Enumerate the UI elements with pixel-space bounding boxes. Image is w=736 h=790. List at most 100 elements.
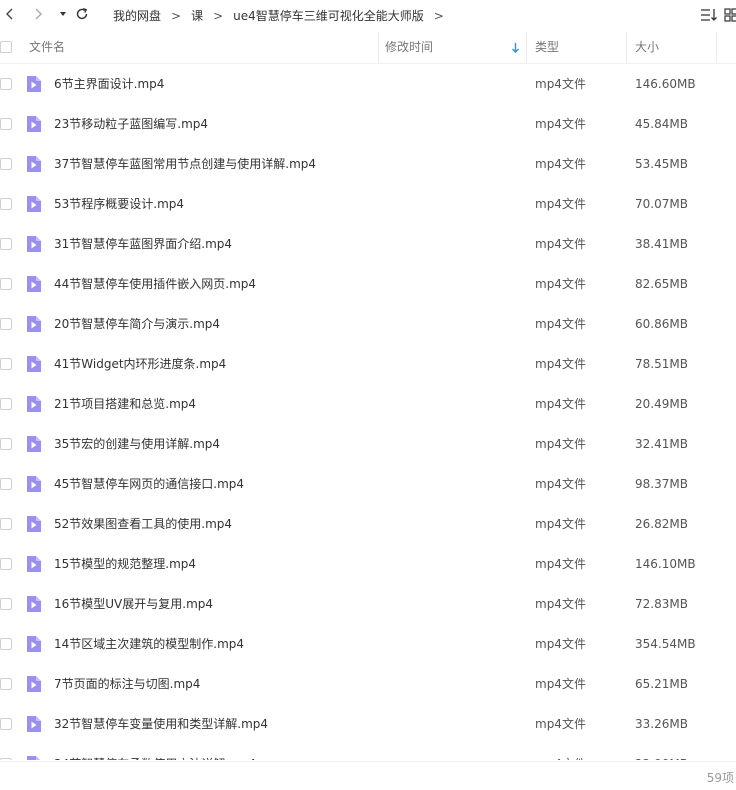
file-row[interactable]: 44节智慧停车使用插件嵌入网页.mp4 mp4文件 82.65MB xyxy=(0,264,736,304)
row-checkbox[interactable] xyxy=(0,118,12,130)
file-name[interactable]: 6节主界面设计.mp4 xyxy=(54,64,164,104)
video-file-icon xyxy=(27,356,41,372)
chevron-right-icon xyxy=(35,8,42,20)
video-file-icon xyxy=(27,676,41,692)
row-checkbox[interactable] xyxy=(0,78,12,90)
file-type: mp4文件 xyxy=(535,717,586,731)
history-dropdown-button[interactable] xyxy=(53,4,73,24)
file-row[interactable]: 7节页面的标注与切图.mp4 mp4文件 65.21MB xyxy=(0,664,736,704)
file-row[interactable]: 21节项目搭建和总览.mp4 mp4文件 20.49MB xyxy=(0,384,736,424)
file-name[interactable]: 15节模型的规范整理.mp4 xyxy=(54,544,196,584)
video-file-icon xyxy=(27,276,41,292)
file-type: mp4文件 xyxy=(535,397,586,411)
row-checkbox[interactable] xyxy=(0,558,12,570)
file-size: 33.26MB xyxy=(635,717,688,731)
caret-down-icon xyxy=(60,12,66,16)
column-header-modified[interactable]: 修改时间 xyxy=(385,32,433,63)
back-button[interactable] xyxy=(0,4,20,24)
file-list: 6节主界面设计.mp4 mp4文件 146.60MB 23节移动粒子蓝图编写.mp4 m… xyxy=(0,64,736,760)
breadcrumb-separator-icon: > xyxy=(171,8,182,23)
file-size: 65.21MB xyxy=(635,677,688,691)
view-mode-button[interactable] xyxy=(722,6,736,24)
row-checkbox[interactable] xyxy=(0,158,12,170)
column-divider[interactable] xyxy=(526,32,527,63)
file-row[interactable]: 20节智慧停车简介与演示.mp4 mp4文件 60.86MB xyxy=(0,304,736,344)
file-type: mp4文件 xyxy=(535,237,586,251)
video-file-icon xyxy=(27,156,41,172)
file-row[interactable]: 14节区域主次建筑的模型制作.mp4 mp4文件 354.54MB xyxy=(0,624,736,664)
file-size: 26.82MB xyxy=(635,517,688,531)
file-row[interactable]: 16节模型UV展开与复用.mp4 mp4文件 72.83MB xyxy=(0,584,736,624)
row-checkbox[interactable] xyxy=(0,318,12,330)
select-all-checkbox[interactable] xyxy=(0,41,12,53)
file-name[interactable]: 41节Widget内环形进度条.mp4 xyxy=(54,344,226,384)
file-type: mp4文件 xyxy=(535,77,586,91)
file-row[interactable]: 23节移动粒子蓝图编写.mp4 mp4文件 45.84MB xyxy=(0,104,736,144)
file-row[interactable]: 52节效果图查看工具的使用.mp4 mp4文件 26.82MB xyxy=(0,504,736,544)
file-name[interactable]: 35节宏的创建与使用详解.mp4 xyxy=(54,424,220,464)
file-row[interactable]: 31节智慧停车蓝图界面介绍.mp4 mp4文件 38.41MB xyxy=(0,224,736,264)
breadcrumb-item-course[interactable]: 课 xyxy=(191,7,203,24)
file-name[interactable]: 23节移动粒子蓝图编写.mp4 xyxy=(54,104,208,144)
file-type: mp4文件 xyxy=(535,357,586,371)
file-name[interactable]: 52节效果图查看工具的使用.mp4 xyxy=(54,504,232,544)
column-header-name[interactable]: 文件名 xyxy=(29,32,65,63)
file-type: mp4文件 xyxy=(535,557,586,571)
row-checkbox[interactable] xyxy=(0,678,12,690)
file-row[interactable]: 37节智慧停车蓝图常用节点创建与使用详解.mp4 mp4文件 53.45MB xyxy=(0,144,736,184)
file-name[interactable]: 31节智慧停车蓝图界面介绍.mp4 xyxy=(54,224,232,264)
file-type: mp4文件 xyxy=(535,277,586,291)
file-row[interactable]: 45节智慧停车网页的通信接口.mp4 mp4文件 98.37MB xyxy=(0,464,736,504)
sort-descending-arrow-icon[interactable] xyxy=(511,42,520,54)
row-checkbox[interactable] xyxy=(0,598,12,610)
file-row[interactable]: 32节智慧停车变量使用和类型详解.mp4 mp4文件 33.26MB xyxy=(0,704,736,744)
breadcrumb-separator-icon: > xyxy=(213,8,224,23)
breadcrumb-item-root[interactable]: 我的网盘 xyxy=(113,7,161,24)
row-checkbox[interactable] xyxy=(0,718,12,730)
file-row[interactable]: 41节Widget内环形进度条.mp4 mp4文件 78.51MB xyxy=(0,344,736,384)
sort-options-button[interactable] xyxy=(700,6,718,24)
file-size: 60.86MB xyxy=(635,317,688,331)
breadcrumb-item-current-folder[interactable]: ue4智慧停车三维可视化全能大师版 xyxy=(233,7,424,24)
file-name[interactable]: 20节智慧停车简介与演示.mp4 xyxy=(54,304,220,344)
column-divider[interactable] xyxy=(716,32,717,63)
file-row[interactable]: 6节主界面设计.mp4 mp4文件 146.60MB xyxy=(0,64,736,104)
file-size: 78.51MB xyxy=(635,357,688,371)
file-row[interactable]: 35节宏的创建与使用详解.mp4 mp4文件 32.41MB xyxy=(0,424,736,464)
file-name[interactable]: 7节页面的标注与切图.mp4 xyxy=(54,664,200,704)
row-checkbox[interactable] xyxy=(0,518,12,530)
row-checkbox[interactable] xyxy=(0,638,12,650)
file-name[interactable]: 45节智慧停车网页的通信接口.mp4 xyxy=(54,464,244,504)
file-name[interactable]: 34节智慧停车函数使用方法详解.mp4 xyxy=(54,744,256,760)
file-name[interactable]: 53节程序概要设计.mp4 xyxy=(54,184,184,224)
video-file-icon xyxy=(27,76,41,92)
file-name[interactable]: 37节智慧停车蓝图常用节点创建与使用详解.mp4 xyxy=(54,144,316,184)
column-header-size[interactable]: 大小 xyxy=(635,32,659,63)
video-file-icon xyxy=(27,476,41,492)
row-checkbox[interactable] xyxy=(0,278,12,290)
column-header-type[interactable]: 类型 xyxy=(535,32,559,63)
file-size: 98.37MB xyxy=(635,477,688,491)
row-checkbox[interactable] xyxy=(0,438,12,450)
video-file-icon xyxy=(27,236,41,252)
row-checkbox[interactable] xyxy=(0,478,12,490)
forward-button[interactable] xyxy=(28,4,48,24)
file-row[interactable]: 15节模型的规范整理.mp4 mp4文件 146.10MB xyxy=(0,544,736,584)
file-row[interactable]: 53节程序概要设计.mp4 mp4文件 70.07MB xyxy=(0,184,736,224)
file-row[interactable]: 34节智慧停车函数使用方法详解.mp4 mp4文件 22.90MB xyxy=(0,744,736,760)
refresh-button[interactable] xyxy=(72,4,92,24)
row-checkbox[interactable] xyxy=(0,198,12,210)
file-name[interactable]: 16节模型UV展开与复用.mp4 xyxy=(54,584,213,624)
row-checkbox[interactable] xyxy=(0,358,12,370)
file-type: mp4文件 xyxy=(535,157,586,171)
row-checkbox[interactable] xyxy=(0,758,12,760)
file-name[interactable]: 32节智慧停车变量使用和类型详解.mp4 xyxy=(54,704,268,744)
row-checkbox[interactable] xyxy=(0,238,12,250)
file-name[interactable]: 14节区域主次建筑的模型制作.mp4 xyxy=(54,624,244,664)
video-file-icon xyxy=(27,316,41,332)
file-name[interactable]: 44节智慧停车使用插件嵌入网页.mp4 xyxy=(54,264,256,304)
row-checkbox[interactable] xyxy=(0,398,12,410)
file-name[interactable]: 21节项目搭建和总览.mp4 xyxy=(54,384,196,424)
column-divider[interactable] xyxy=(626,32,627,63)
column-divider[interactable] xyxy=(378,32,379,63)
